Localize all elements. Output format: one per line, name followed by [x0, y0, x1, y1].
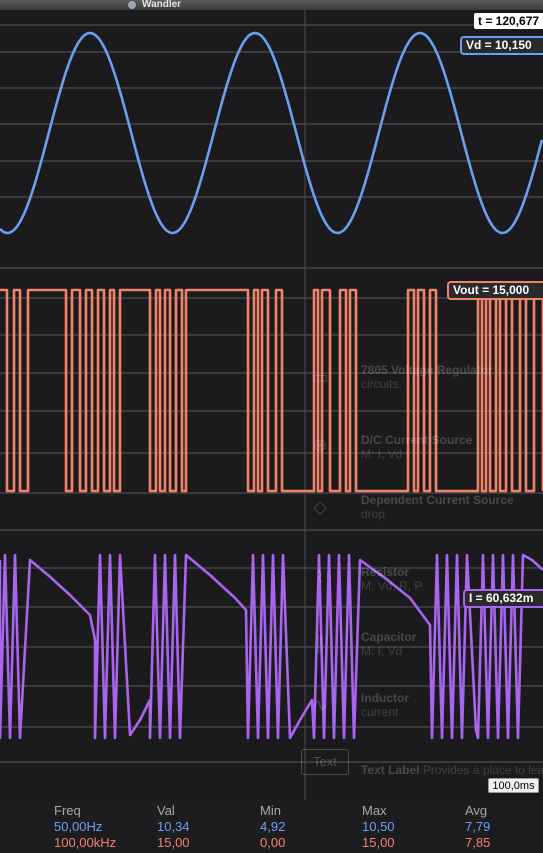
timebase-label[interactable]: 100,0ms — [488, 778, 539, 793]
vout-trace — [0, 288, 543, 493]
time-readout: t = 120,677 — [474, 13, 543, 29]
stats-table: Freq Val Min Max Avg 50,00Hz 10,34 4,92 … — [0, 800, 543, 853]
header-val: Val — [157, 803, 175, 818]
current-trace — [0, 553, 543, 740]
vout-readout[interactable]: Vout = 15,000 — [447, 281, 543, 300]
vd-avg: 7,79 — [465, 819, 491, 834]
header-avg: Avg — [465, 803, 488, 818]
oscilloscope-plot[interactable] — [0, 0, 543, 800]
vd-max: 10,50 — [362, 819, 395, 834]
current-readout[interactable]: I = 60,632m — [463, 589, 543, 608]
trace-layer — [0, 31, 543, 740]
vd-freq: 50,00Hz — [54, 819, 103, 834]
header-max: Max — [362, 803, 387, 818]
vout-freq: 100,00kHz — [54, 835, 117, 850]
window-title: Wandler — [142, 0, 182, 10]
vout-val: 15,00 — [157, 835, 190, 850]
app-icon — [128, 1, 136, 9]
header-freq: Freq — [54, 803, 81, 818]
vd-val: 10,34 — [157, 819, 190, 834]
vout-avg: 7,85 — [465, 835, 491, 850]
vd-min: 4,92 — [260, 819, 286, 834]
vout-min: 0,00 — [260, 835, 286, 850]
window-titlebar[interactable]: Wandler — [0, 0, 543, 10]
vd-trace — [0, 31, 543, 235]
vd-readout[interactable]: Vd = 10,150 — [460, 36, 543, 55]
vout-max: 15,00 — [362, 835, 395, 850]
header-min: Min — [260, 803, 281, 818]
